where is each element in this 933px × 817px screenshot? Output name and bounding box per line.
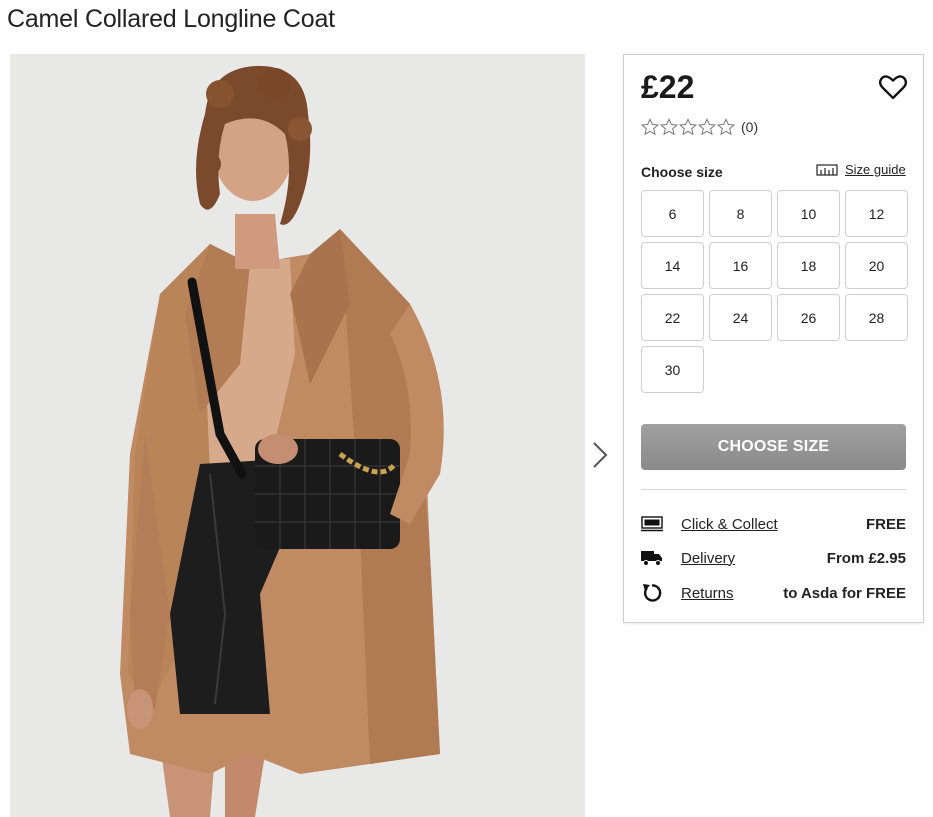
returns-icon [641, 582, 663, 604]
chevron-right-icon [593, 442, 608, 468]
star-empty-icon [641, 118, 659, 136]
click-collect-link[interactable]: Click & Collect [681, 516, 778, 533]
star-empty-icon [698, 118, 716, 136]
delivery-link[interactable]: Delivery [681, 550, 735, 567]
product-price: £22 [641, 69, 695, 105]
product-photo-illustration [10, 54, 585, 817]
rating-stars [641, 118, 735, 136]
next-image-arrow[interactable] [589, 440, 611, 470]
size-option-18[interactable]: 18 [777, 242, 840, 289]
choose-size-label: Choose size [641, 164, 723, 180]
size-options: 6 8 10 12 14 16 18 20 22 24 26 28 30 [641, 190, 908, 393]
size-option-22[interactable]: 22 [641, 294, 704, 341]
size-option-14[interactable]: 14 [641, 242, 704, 289]
size-option-24[interactable]: 24 [709, 294, 772, 341]
returns-link[interactable]: Returns [681, 585, 734, 602]
click-collect-icon [641, 513, 663, 535]
delivery-truck-icon [641, 547, 663, 569]
service-delivery: Delivery From £2.95 [641, 547, 906, 569]
size-option-16[interactable]: 16 [709, 242, 772, 289]
service-click-collect: Click & Collect FREE [641, 513, 906, 535]
returns-value: to Asda for FREE [783, 584, 906, 602]
star-empty-icon [679, 118, 697, 136]
size-option-8[interactable]: 8 [709, 190, 772, 237]
size-option-28[interactable]: 28 [845, 294, 908, 341]
product-title: Camel Collared Longline Coat [7, 5, 335, 33]
divider [641, 489, 906, 490]
star-empty-icon [717, 118, 735, 136]
ruler-icon [816, 163, 838, 176]
wishlist-button[interactable] [878, 72, 908, 102]
heart-icon [878, 75, 908, 100]
size-option-12[interactable]: 12 [845, 190, 908, 237]
click-collect-value: FREE [865, 515, 906, 533]
rating-count: (0) [741, 119, 759, 135]
star-empty-icon [660, 118, 678, 136]
size-option-6[interactable]: 6 [641, 190, 704, 237]
size-guide-label: Size guide [845, 162, 906, 177]
service-returns: Returns to Asda for FREE [641, 582, 906, 604]
delivery-value: From £2.95 [826, 549, 906, 567]
size-option-30[interactable]: 30 [641, 346, 704, 393]
size-option-10[interactable]: 10 [777, 190, 840, 237]
product-image[interactable] [10, 54, 585, 817]
size-option-20[interactable]: 20 [845, 242, 908, 289]
size-option-26[interactable]: 26 [777, 294, 840, 341]
product-rating[interactable]: (0) [641, 118, 758, 136]
purchase-panel: £22 (0) Choose size Size guide 6 8 10 12 [623, 54, 924, 623]
choose-size-button[interactable]: CHOOSE SIZE [641, 424, 906, 470]
size-guide-link[interactable]: Size guide [816, 162, 906, 177]
